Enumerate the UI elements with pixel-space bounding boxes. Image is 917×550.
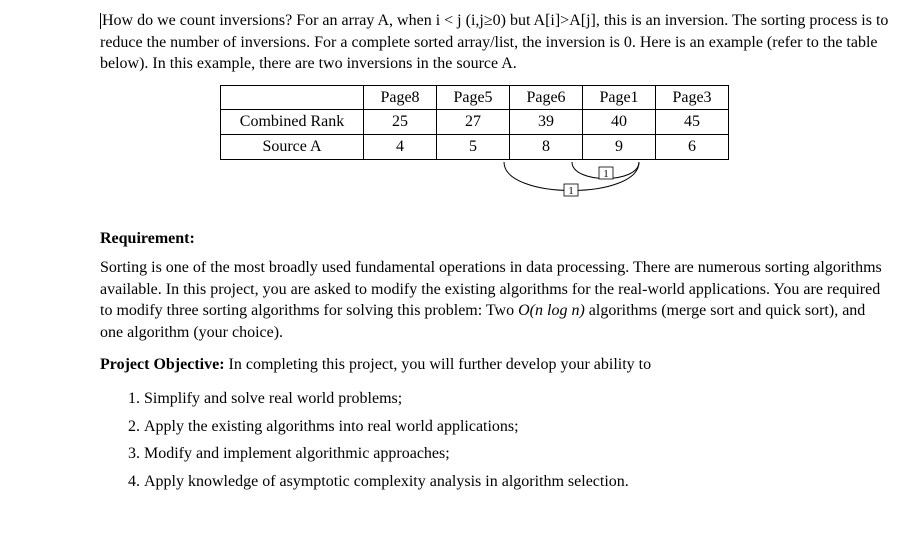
col-header: Page6 — [510, 85, 583, 110]
project-objective-label: Project Objective: — [100, 356, 229, 373]
requirement-heading: Requirement: — [100, 228, 889, 250]
table-cell: 40 — [583, 110, 656, 135]
inversion-table: Page8 Page5 Page6 Page1 Page3 Combined R… — [220, 85, 729, 160]
arc-label-text: 1 — [603, 168, 609, 180]
inversion-arcs: 1 1 — [474, 160, 917, 210]
intro-text: How do we count inversions? For an array… — [100, 12, 888, 72]
table-cell: 39 — [510, 110, 583, 135]
table-cell: 4 — [364, 134, 437, 159]
list-item: Modify and implement algorithmic approac… — [144, 440, 889, 468]
project-objective-text: In completing this project, you will fur… — [229, 356, 652, 373]
table-cell: 27 — [437, 110, 510, 135]
arcs-svg: 1 1 — [474, 160, 734, 210]
table-cell: 9 — [583, 134, 656, 159]
table-row: Combined Rank 25 27 39 40 45 — [221, 110, 729, 135]
list-item: Apply the existing algorithms into real … — [144, 413, 889, 441]
col-header: Page8 — [364, 85, 437, 110]
requirement-body: Sorting is one of the most broadly used … — [100, 257, 889, 343]
table-cell: 8 — [510, 134, 583, 159]
list-item: Apply knowledge of asymptotic complexity… — [144, 468, 889, 496]
table-corner-cell — [221, 85, 364, 110]
col-header: Page5 — [437, 85, 510, 110]
inversion-table-wrap: Page8 Page5 Page6 Page1 Page3 Combined R… — [220, 85, 889, 210]
row-label: Source A — [221, 134, 364, 159]
table-row: Source A 4 5 8 9 6 — [221, 134, 729, 159]
table-header-row: Page8 Page5 Page6 Page1 Page3 — [221, 85, 729, 110]
table-cell: 6 — [656, 134, 729, 159]
table-cell: 25 — [364, 110, 437, 135]
intro-paragraph: How do we count inversions? For an array… — [100, 10, 889, 75]
arc-label-text: 1 — [568, 185, 574, 197]
row-label: Combined Rank — [221, 110, 364, 135]
col-header: Page3 — [656, 85, 729, 110]
objective-list: Simplify and solve real world problems; … — [122, 385, 889, 495]
project-objective-lead: Project Objective: In completing this pr… — [100, 354, 889, 376]
big-o-notation: O(n log n) — [518, 302, 585, 319]
table-cell: 5 — [437, 134, 510, 159]
list-item: Simplify and solve real world problems; — [144, 385, 889, 413]
table-cell: 45 — [656, 110, 729, 135]
col-header: Page1 — [583, 85, 656, 110]
document-page: How do we count inversions? For an array… — [0, 0, 917, 550]
